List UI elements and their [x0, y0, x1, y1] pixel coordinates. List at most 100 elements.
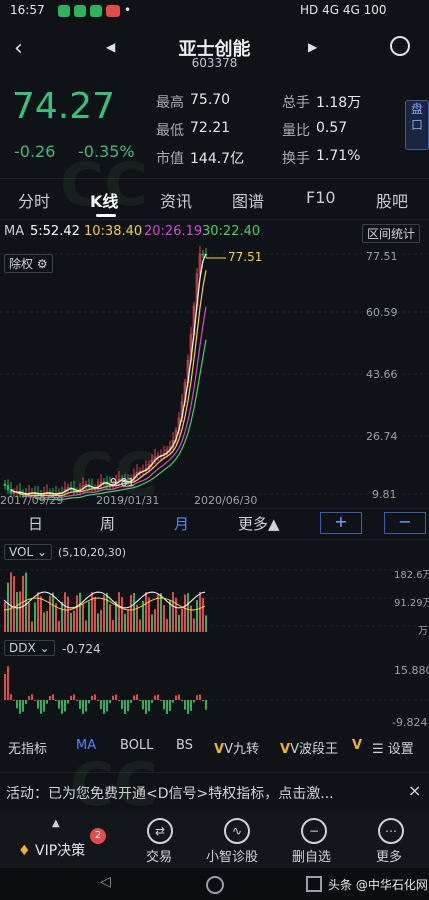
vip-button[interactable]: ♦ VIP决策	[18, 840, 85, 860]
volume-bar	[199, 592, 201, 632]
panko-label: 盘口	[410, 102, 423, 132]
volume-bar	[187, 593, 189, 632]
ddx-bar	[124, 700, 126, 714]
ddx-label-text: DDX	[9, 641, 36, 655]
volume-bar	[193, 618, 195, 632]
adjust-button[interactable]: 除权 ⚙	[4, 254, 53, 273]
tab-f10[interactable]: F10	[306, 188, 336, 207]
ddx-bar	[55, 700, 57, 701]
ddx-bar	[145, 700, 147, 714]
ddx-bar	[163, 700, 165, 710]
delete-icon[interactable]: −	[301, 818, 327, 844]
volume-bar	[10, 572, 12, 632]
watermark-logo: CC	[70, 440, 159, 510]
ddx-bar	[133, 695, 135, 700]
delete-label[interactable]: 删自选	[292, 846, 331, 865]
ddx-bar	[67, 700, 69, 704]
volume-bar	[16, 591, 18, 632]
ratio-value: 0.57	[316, 120, 348, 136]
volume-bar	[49, 595, 51, 632]
volume-bar	[76, 595, 78, 632]
diagnose-icon[interactable]: ∿	[224, 818, 250, 844]
ddx-bar	[199, 694, 201, 700]
volume-bar	[127, 609, 129, 632]
ddx-bar	[112, 695, 114, 700]
range-stats-button[interactable]: 区间统计	[362, 224, 421, 243]
ddx-bar	[115, 694, 117, 700]
ddx-bar	[79, 700, 81, 709]
volume-bar	[19, 591, 21, 632]
volume-bar	[172, 592, 174, 632]
nav-recent-icon[interactable]	[306, 876, 322, 892]
nav-home-icon[interactable]	[206, 876, 224, 894]
ddx-bar	[187, 700, 189, 714]
volume-bar	[196, 600, 198, 632]
ind-none[interactable]: 无指标	[8, 738, 47, 757]
vol-label[interactable]: VOL ⌄	[4, 544, 53, 560]
ddx-bar	[40, 700, 42, 714]
volume-bar	[73, 610, 75, 632]
wechat-icon	[58, 5, 70, 17]
period-more[interactable]: 更多▲	[238, 513, 280, 534]
ddx-chart[interactable]	[0, 656, 429, 732]
volume-bar	[202, 598, 204, 632]
ddx-bar	[94, 694, 96, 700]
ind-bs[interactable]: BS	[176, 738, 193, 753]
period-week[interactable]: 周	[100, 513, 115, 534]
ddx-label[interactable]: DDX ⌄	[4, 640, 55, 656]
notice-close-icon[interactable]: ×	[408, 781, 421, 800]
message-icon	[74, 5, 86, 17]
source-watermark: 头条 @中华石化网	[328, 878, 428, 892]
candle	[3, 483, 7, 486]
trade-icon[interactable]: ⇄	[147, 818, 173, 844]
settings-button[interactable]: ☰ 设置	[372, 738, 414, 757]
ddx-bar	[25, 700, 27, 704]
nav-back-icon[interactable]: ◁	[100, 874, 111, 890]
zoom-in-button[interactable]: +	[320, 512, 362, 534]
high-label: 最高	[156, 95, 184, 111]
ind-jiuzhuan[interactable]: VV九转	[214, 738, 259, 757]
tab-forum[interactable]: 股吧	[376, 188, 408, 212]
volume-bar	[100, 610, 102, 632]
diagnose-label[interactable]: 小智诊股	[206, 846, 258, 865]
volume-bar	[106, 592, 108, 632]
watermark-logo: CC	[60, 150, 149, 220]
ddx-bar	[70, 695, 72, 700]
ind-boduan[interactable]: VV波段王	[280, 738, 338, 757]
high-value: 75.70	[190, 92, 231, 108]
panko-button[interactable]: 盘口	[405, 100, 429, 150]
volume-chart[interactable]	[0, 560, 429, 636]
ddx-bar	[64, 700, 66, 712]
volume-bar	[160, 593, 162, 632]
more-icon[interactable]: ⋯	[378, 818, 404, 844]
ddx-bar	[127, 700, 129, 712]
tab-news[interactable]: 资讯	[160, 188, 192, 212]
ddx-bar	[13, 699, 15, 701]
volume-bar	[169, 600, 171, 632]
expand-icon[interactable]: ▲	[52, 818, 60, 829]
period-day[interactable]: 日	[28, 513, 43, 534]
volume-bar	[154, 609, 156, 632]
kline-chart[interactable]	[0, 244, 429, 508]
zoom-out-button[interactable]: −	[384, 512, 426, 534]
period-month[interactable]: 月	[174, 513, 189, 534]
status-time: 16:57	[10, 3, 45, 17]
volume-bar	[94, 596, 96, 632]
volume-bar	[40, 596, 42, 632]
ma-label: MA	[4, 224, 25, 239]
tab-timeshare[interactable]: 分时	[18, 188, 50, 212]
y-tick-3: 43.66	[366, 368, 398, 381]
ma20-value: 20:26.19	[144, 224, 203, 239]
vip-badge: 2	[90, 828, 106, 844]
more-label[interactable]: 更多	[376, 846, 402, 865]
ddx-bar	[31, 694, 33, 700]
trade-label[interactable]: 交易	[146, 846, 172, 865]
notice-bar[interactable]: 活动：已为您免费开通<D信号>特权指标，点击激... ×	[0, 772, 429, 811]
ind-v[interactable]: V	[352, 738, 362, 753]
volume-bar	[184, 594, 186, 632]
tab-graph[interactable]: 图谱	[232, 188, 264, 212]
x-date-1: 2017/09/29	[0, 494, 64, 507]
turnover-value: 1.71%	[316, 148, 361, 164]
ddx-value: -0.724	[62, 642, 101, 656]
ddx-bar	[58, 700, 60, 709]
